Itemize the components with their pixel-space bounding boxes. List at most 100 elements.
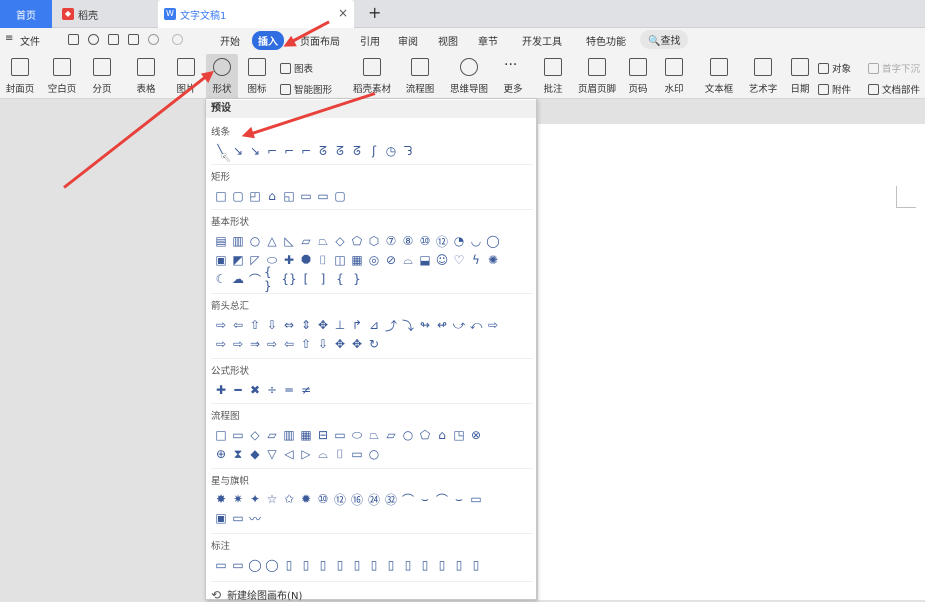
shape-option-arrows1-1[interactable]: ⇦: [230, 317, 246, 333]
shape-option-callouts-13[interactable]: ▯: [434, 557, 450, 573]
shape-option-basic2-6[interactable]: ⌷: [315, 252, 331, 268]
shape-option-basic2-5[interactable]: ⯃: [298, 252, 314, 268]
mindmap-button[interactable]: 思维导图: [446, 54, 492, 99]
shape-option-stars1-6[interactable]: ⑩: [315, 491, 331, 507]
shape-option-callouts-2[interactable]: ◯: [247, 557, 263, 573]
smartart-button[interactable]: 智能图形: [280, 81, 332, 97]
header-footer-button[interactable]: 页眉页脚: [576, 54, 618, 99]
shape-option-basic2-9[interactable]: ◎: [366, 252, 382, 268]
menu-insert[interactable]: 插入: [252, 31, 284, 50]
date-button[interactable]: 日期: [788, 54, 812, 99]
shape-option-basic3-6[interactable]: ]: [315, 271, 331, 287]
shape-option-arrows1-10[interactable]: ⤴: [383, 317, 399, 333]
shape-option-arrows2-2[interactable]: ⇒: [247, 336, 263, 352]
wordart-button[interactable]: 艺术字: [746, 54, 780, 99]
shape-option-stars1-3[interactable]: ☆: [264, 491, 280, 507]
shape-option-callouts-14[interactable]: ▯: [451, 557, 467, 573]
shape-option-stars1-1[interactable]: ✷: [230, 491, 246, 507]
shape-option-lines-7[interactable]: ᘔ: [332, 143, 348, 159]
object-button[interactable]: 对象: [818, 60, 851, 76]
shape-option-flow2-5[interactable]: ▷: [298, 446, 314, 462]
more-button[interactable]: ··· 更多: [500, 54, 526, 99]
shape-option-callouts-7[interactable]: ▯: [332, 557, 348, 573]
shape-option-basic3-3[interactable]: { }: [264, 265, 280, 293]
shape-option-arrows1-4[interactable]: ⇔: [281, 317, 297, 333]
shape-option-flow1-15[interactable]: ⊗: [468, 427, 484, 443]
shape-option-callouts-4[interactable]: ▯: [281, 557, 297, 573]
shape-option-flow2-8[interactable]: ▭: [349, 446, 365, 462]
shape-option-basic2-10[interactable]: ⊘: [383, 252, 399, 268]
icon-button[interactable]: 图标: [244, 54, 270, 99]
shape-option-basic2-2[interactable]: ◸: [247, 252, 263, 268]
shape-option-basic1-5[interactable]: ▱: [298, 233, 314, 249]
shape-option-callouts-5[interactable]: ▯: [298, 557, 314, 573]
shape-option-flow1-6[interactable]: ⊟: [315, 427, 331, 443]
shape-option-formula-2[interactable]: ✖: [247, 382, 263, 398]
shape-option-basic3-7[interactable]: {: [332, 271, 348, 287]
shape-option-arrows2-6[interactable]: ⇩: [315, 336, 331, 352]
document-page[interactable]: [538, 124, 925, 600]
shape-option-flow1-2[interactable]: ◇: [247, 427, 263, 443]
shape-option-lines-6[interactable]: ᘔ: [315, 143, 331, 159]
shape-option-basic1-4[interactable]: ◺: [281, 233, 297, 249]
shape-option-arrows1-6[interactable]: ✥: [315, 317, 331, 333]
preview-icon[interactable]: [128, 34, 139, 45]
shape-option-flow1-8[interactable]: ⬭: [349, 427, 365, 443]
shape-option-arrows1-8[interactable]: ↱: [349, 317, 365, 333]
shape-option-callouts-8[interactable]: ▯: [349, 557, 365, 573]
shape-option-formula-5[interactable]: ≠: [298, 382, 314, 398]
shape-option-basic2-7[interactable]: ◫: [332, 252, 348, 268]
shape-option-formula-3[interactable]: ÷: [264, 382, 280, 398]
shape-option-basic2-12[interactable]: ⬓: [417, 252, 433, 268]
shape-option-flow2-4[interactable]: ◁: [281, 446, 297, 462]
shape-option-arrows1-14[interactable]: ⤻: [451, 317, 467, 333]
print-icon[interactable]: [108, 34, 119, 45]
shape-option-stars1-12[interactable]: ⌣: [417, 491, 433, 507]
shape-option-flow1-3[interactable]: ▱: [264, 427, 280, 443]
shape-option-arrows1-2[interactable]: ⇧: [247, 317, 263, 333]
shape-option-arrows2-3[interactable]: ⇨: [264, 336, 280, 352]
shape-option-arrows1-9[interactable]: ⊿: [366, 317, 382, 333]
shape-option-basic2-1[interactable]: ◩: [230, 252, 246, 268]
shape-option-basic1-8[interactable]: ⬠: [349, 233, 365, 249]
shape-option-rects-0[interactable]: □: [213, 188, 229, 204]
shape-option-callouts-3[interactable]: ◯: [264, 557, 280, 573]
menu-file[interactable]: 文件: [20, 33, 40, 48]
shape-option-arrows2-4[interactable]: ⇦: [281, 336, 297, 352]
shape-option-stars1-8[interactable]: ⑯: [349, 491, 365, 507]
menu-view[interactable]: 视图: [438, 33, 458, 48]
shape-option-basic2-13[interactable]: ☺: [434, 252, 450, 268]
shape-option-basic2-16[interactable]: ✺: [485, 252, 501, 268]
shape-option-stars1-10[interactable]: ㉜: [383, 491, 399, 507]
shape-option-basic2-4[interactable]: ✚: [281, 252, 297, 268]
shape-option-basic1-3[interactable]: △: [264, 233, 280, 249]
shape-option-flow2-7[interactable]: ⌷: [332, 446, 348, 462]
shape-option-stars1-15[interactable]: ▭: [468, 491, 484, 507]
shape-option-rects-7[interactable]: ▢: [332, 188, 348, 204]
tab-daoke[interactable]: ◆ 稻壳: [56, 0, 154, 28]
flowchart-button[interactable]: 流程图: [402, 54, 438, 99]
menu-chapter[interactable]: 章节: [478, 33, 498, 48]
shape-option-arrows1-15[interactable]: ⤺: [468, 317, 484, 333]
shape-option-arrows2-0[interactable]: ⇨: [213, 336, 229, 352]
page-break-button[interactable]: 分页: [88, 54, 116, 99]
shape-option-lines-3[interactable]: ⌐: [264, 143, 280, 159]
shape-option-flow1-10[interactable]: ⏥: [383, 427, 399, 443]
shape-option-callouts-9[interactable]: ▯: [366, 557, 382, 573]
shape-option-basic3-5[interactable]: [: [298, 271, 314, 287]
search-button[interactable]: 🔍查找: [640, 30, 689, 49]
shape-option-basic1-9[interactable]: ⬡: [366, 233, 382, 249]
save-icon[interactable]: [68, 34, 79, 45]
shape-option-formula-4[interactable]: ═: [281, 382, 297, 398]
shape-option-stars2-0[interactable]: ▣: [213, 510, 229, 526]
shape-option-stars1-11[interactable]: ⌒: [400, 491, 416, 507]
shape-option-basic3-0[interactable]: ☾: [213, 271, 229, 287]
tab-home[interactable]: 首页: [0, 0, 52, 28]
shape-option-stars2-1[interactable]: ▭: [230, 510, 246, 526]
shape-option-stars1-13[interactable]: ⌒: [434, 491, 450, 507]
shape-option-arrows1-16[interactable]: ⇨: [485, 317, 501, 333]
shape-option-basic1-15[interactable]: ◡: [468, 233, 484, 249]
shape-option-callouts-10[interactable]: ▯: [383, 557, 399, 573]
shape-option-callouts-12[interactable]: ▯: [417, 557, 433, 573]
shape-option-stars1-9[interactable]: ㉔: [366, 491, 382, 507]
